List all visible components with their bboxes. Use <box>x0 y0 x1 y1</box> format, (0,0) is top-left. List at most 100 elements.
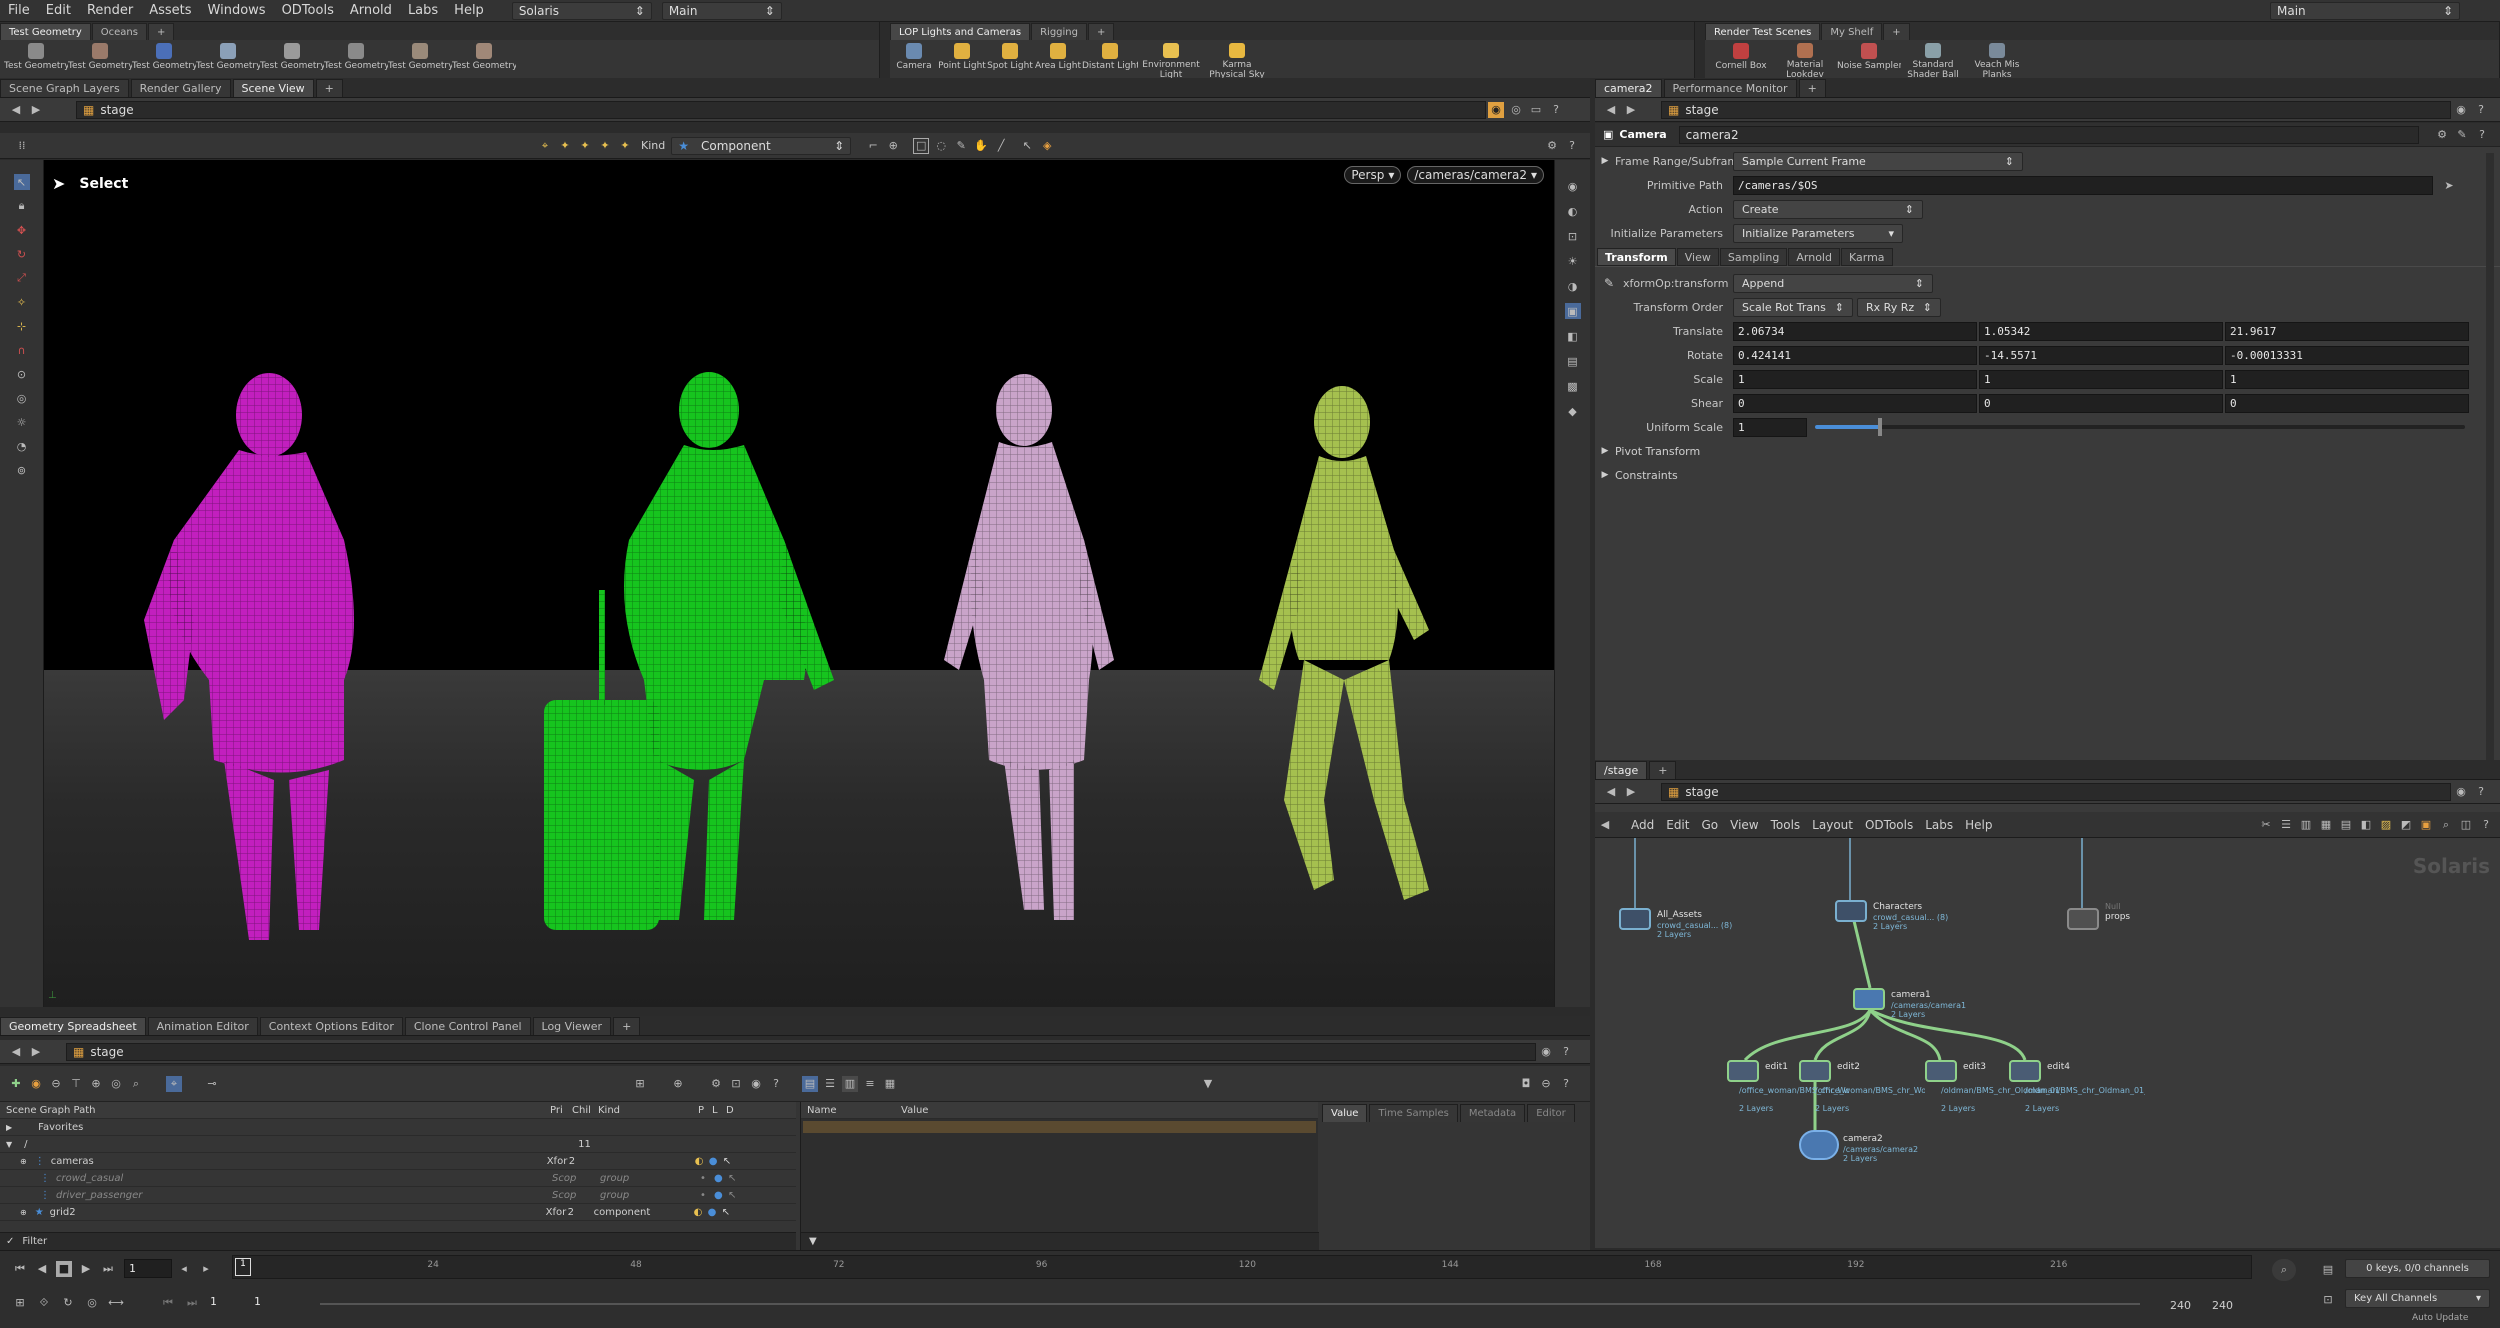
viewer-path-field[interactable]: ▦ stage <box>76 100 1486 119</box>
snapshot-icon[interactable]: ▩ <box>1565 378 1581 394</box>
help-icon[interactable]: ? <box>2473 784 2489 800</box>
tool-noise-sampler[interactable]: Noise Sampler <box>1837 42 1901 78</box>
expand-icon[interactable]: ⊕ <box>0 1157 27 1166</box>
pivot-row[interactable]: ▶ Pivot Transform <box>1595 439 2500 463</box>
filter-icon[interactable]: ▼ <box>1200 1076 1216 1092</box>
keys-icon[interactable]: ⟐ <box>36 1295 52 1311</box>
help-icon[interactable]: ? <box>2473 102 2489 118</box>
magnet-icon[interactable]: ∩ <box>14 342 30 358</box>
key-next-icon[interactable]: ⏭ <box>184 1295 200 1311</box>
shadow-icon[interactable]: ◑ <box>1565 278 1581 294</box>
range-end[interactable]: 240 <box>2170 1299 2191 1312</box>
expand-icon[interactable]: ▶ <box>0 1123 12 1132</box>
eye-icon[interactable]: ● <box>709 1156 723 1167</box>
node-all-assets[interactable]: All_Assets crowd_casual... (8) 2 Layers <box>1619 908 1732 939</box>
sync-icon[interactable]: ⌖ <box>166 1075 182 1092</box>
action-select[interactable]: Create ⇕ <box>1733 199 1923 219</box>
translate-z[interactable]: 21.9617 <box>2225 321 2469 341</box>
table-row[interactable]: ⋮ driver_passenger Scop group • ● ↖ <box>0 1187 796 1204</box>
translate-x[interactable]: 2.06734 <box>1733 321 1977 341</box>
tool-environment-light[interactable]: Environment Light <box>1138 42 1204 78</box>
grid-icon[interactable]: ▦ <box>882 1076 898 1092</box>
step-back-icon[interactable]: ◂ <box>176 1261 192 1277</box>
rot-order-select[interactable]: Rx Ry Rz ⇕ <box>1857 297 1941 317</box>
gear-icon[interactable]: ⚙ <box>2434 127 2450 143</box>
pick-icon[interactable]: ↖ <box>728 1173 742 1184</box>
brush-icon[interactable]: ✎ <box>953 138 969 154</box>
tool-cornell-box[interactable]: Cornell Box <box>1709 42 1773 78</box>
bg-icon[interactable]: ◧ <box>1565 328 1581 344</box>
lock-camera-icon[interactable]: ⊡ <box>1565 228 1581 244</box>
col-chil[interactable]: Chil <box>572 1105 598 1116</box>
col-name[interactable]: Name <box>801 1105 901 1116</box>
tab-geometry-spreadsheet[interactable]: Geometry Spreadsheet <box>0 1017 146 1035</box>
tree-icon[interactable]: ⊤ <box>68 1076 84 1092</box>
display-icon[interactable]: ⊚ <box>14 462 30 478</box>
network-menu-labs[interactable]: Labs <box>1919 818 1959 832</box>
search-icon[interactable]: ⌕ <box>2438 817 2454 833</box>
tab-scene-graph-layers[interactable]: Scene Graph Layers <box>0 79 129 97</box>
desktop-select[interactable]: Solaris ⇕ <box>511 1 652 20</box>
target-icon[interactable]: ◎ <box>108 1076 124 1092</box>
lock-icon[interactable]: 🔒︎ <box>14 198 30 214</box>
tool-test-geometry-t2[interactable]: Test Geometry: T <box>388 42 452 78</box>
help-icon[interactable]: ? <box>1558 1076 1574 1092</box>
pin-icon[interactable]: ⊸ <box>204 1076 220 1092</box>
network-editor[interactable]: Solaris All_Assets crowd_casual... (8) 2… <box>1595 838 2500 1248</box>
eye-icon[interactable]: ◉ <box>748 1076 764 1092</box>
select-tool-icon[interactable]: ⌖ <box>537 138 553 154</box>
box-select-icon[interactable]: □ <box>913 137 930 154</box>
menu-arnold[interactable]: Arnold <box>342 0 400 22</box>
camera-icon[interactable]: ◘ <box>1518 1076 1534 1092</box>
key-tool-icon[interactable]: ⌕ <box>2272 1259 2296 1281</box>
note-icon[interactable]: ▨ <box>2378 817 2394 833</box>
tool-camera[interactable]: Camera <box>890 42 938 78</box>
node-edit4[interactable]: edit4 /oldman/BMS_chr_Oldman_01_Idle1_Gr… <box>2009 1060 2145 1113</box>
eye-icon[interactable]: ● <box>708 1207 722 1218</box>
kind-select[interactable]: ★ Component ⇕ <box>671 136 852 155</box>
tools-icon[interactable]: ✂ <box>2258 817 2274 833</box>
shelf-tab-render-test[interactable]: Render Test Scenes <box>1705 23 1821 40</box>
select-arrow-icon[interactable]: ↖ <box>13 174 30 190</box>
col-kind[interactable]: Kind <box>598 1105 698 1116</box>
uniform-field[interactable]: 1 <box>1733 417 1807 437</box>
select-mode3-icon[interactable]: ✦ <box>597 138 613 154</box>
search-icon[interactable]: ⌕ <box>128 1076 144 1092</box>
range-start[interactable]: 1 <box>206 1293 246 1312</box>
xform-select[interactable]: Append ⇕ <box>1733 273 1933 293</box>
tool-karma-sky[interactable]: Karma Physical Sky <box>1204 42 1270 78</box>
add-tab-icon[interactable]: + <box>1883 23 1910 40</box>
range-slider[interactable] <box>320 1303 2140 1305</box>
list-icon[interactable]: ☰ <box>822 1076 838 1092</box>
tab-view[interactable]: View <box>1676 247 1719 266</box>
tab-context-options[interactable]: Context Options Editor <box>259 1017 403 1035</box>
forward-icon[interactable]: ▶ <box>1623 784 1639 800</box>
tab-sampling[interactable]: Sampling <box>1719 247 1788 266</box>
range-start2[interactable]: 1 <box>250 1293 290 1312</box>
eye-icon[interactable]: ● <box>714 1190 728 1201</box>
constraints-row[interactable]: ▶ Constraints <box>1595 463 2500 487</box>
tool-test-geometry-p[interactable]: Test Geometry: P <box>68 42 132 78</box>
grid-menu-icon[interactable]: ⁞⁞ <box>14 138 30 154</box>
translate-y[interactable]: 1.05342 <box>1979 321 2223 341</box>
menu-windows[interactable]: Windows <box>200 0 274 22</box>
ghost-icon[interactable]: ◐ <box>1565 203 1581 219</box>
collapse-icon[interactable]: ⊖ <box>48 1076 64 1092</box>
back-icon[interactable]: ◀ <box>1603 784 1619 800</box>
tile-icon[interactable]: ▤ <box>2338 817 2354 833</box>
tool-shader-ball[interactable]: Standard Shader Ball <box>1901 42 1965 78</box>
tab-editor[interactable]: Editor <box>1527 1104 1575 1122</box>
tab-animation-editor[interactable]: Animation Editor <box>147 1017 258 1035</box>
pick-icon[interactable]: ↖ <box>1019 138 1035 154</box>
lasso-icon[interactable]: ◌ <box>933 138 949 154</box>
play-reverse-icon[interactable]: ◀ <box>34 1261 50 1277</box>
shelf-tab-oceans[interactable]: Oceans <box>91 23 147 40</box>
network-menu-odtools[interactable]: ODTools <box>1859 818 1919 832</box>
tab-performance-monitor[interactable]: Performance Monitor <box>1663 79 1797 97</box>
key-all-button[interactable]: Key All Channels ▾ <box>2345 1289 2490 1308</box>
hand-icon[interactable]: ✋ <box>973 138 989 154</box>
tab-metadata[interactable]: Metadata <box>1459 1104 1526 1122</box>
menu-edit[interactable]: Edit <box>38 0 79 22</box>
visible-icon[interactable]: ◐ <box>694 1207 708 1218</box>
tab-stage[interactable]: /stage <box>1595 761 1648 779</box>
